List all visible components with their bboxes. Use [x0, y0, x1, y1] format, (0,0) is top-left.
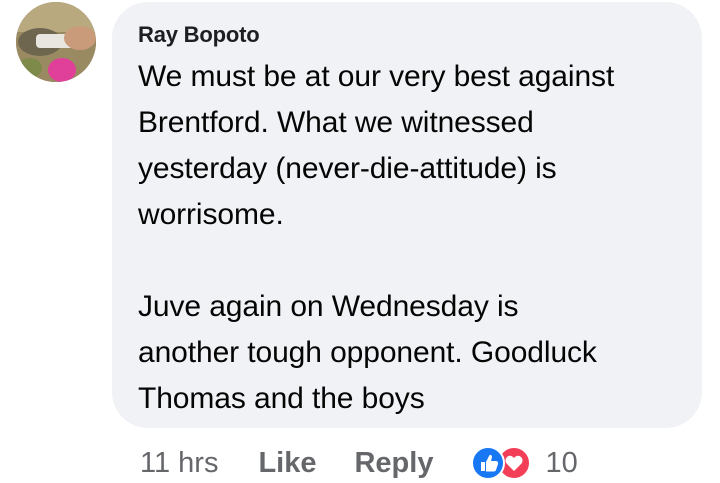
reaction-count: 10: [545, 446, 578, 479]
comment-author[interactable]: Ray Bopoto: [138, 20, 676, 50]
reactions-summary[interactable]: 10: [471, 446, 578, 480]
like-button[interactable]: Like: [258, 447, 316, 480]
comment-actions: 11 hrs Like Reply 10: [140, 443, 578, 483]
reply-button[interactable]: Reply: [354, 447, 433, 480]
comment-text: We must be at our very best against Bren…: [138, 60, 615, 415]
comment-timestamp[interactable]: 11 hrs: [140, 447, 218, 480]
comment: Ray Bopoto We must be at our very best a…: [0, 0, 720, 483]
like-icon: [471, 446, 506, 480]
comment-bubble: Ray Bopoto We must be at our very best a…: [112, 2, 702, 428]
avatar[interactable]: [16, 2, 96, 82]
avatar-image: [16, 2, 96, 82]
